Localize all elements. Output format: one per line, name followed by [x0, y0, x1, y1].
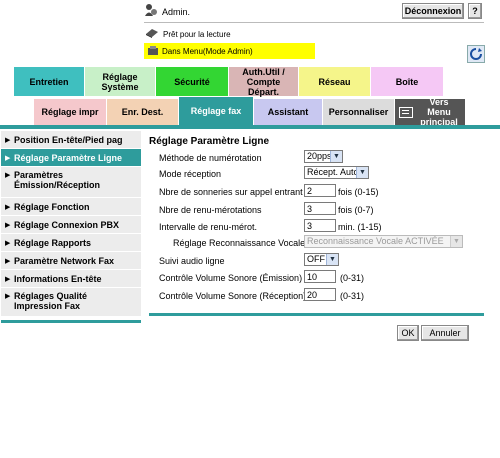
tab-reglage-impr[interactable]: Réglage impr	[34, 99, 106, 125]
arrow-right-icon: ▶	[5, 257, 11, 265]
reception-mode-select[interactable]: Récept. Auto ▼	[304, 166, 369, 179]
arrow-right-icon: ▶	[5, 154, 11, 162]
tab-entretien[interactable]: Entretien	[14, 67, 84, 96]
sidebar-item-reglage-rapports[interactable]: ▶ Réglage Rapports	[1, 234, 141, 252]
arrow-right-icon: ▶	[5, 239, 11, 247]
arrow-right-icon: ▶	[5, 203, 11, 211]
divider-line	[144, 22, 484, 23]
volume-reception-input[interactable]: 20	[304, 288, 336, 301]
line-monitor-select[interactable]: OFF ▼	[304, 253, 339, 266]
tab-personnaliser[interactable]: Personnaliser	[323, 99, 394, 125]
label-mode-reception: Mode réception	[159, 169, 222, 179]
page-title: Réglage Paramètre Ligne	[149, 136, 270, 147]
logout-button[interactable]: Déconnexion	[402, 3, 464, 19]
arrow-right-icon: ▶	[5, 136, 11, 144]
label-reconnaissance-vocale: Réglage Reconnaissance Vocale	[173, 238, 306, 248]
volume-emission-input[interactable]: 10	[304, 270, 336, 283]
printer-icon	[145, 27, 159, 39]
sidebar-item-parametre-network-fax[interactable]: ▶ Paramètre Network Fax	[1, 252, 141, 270]
chevron-down-icon: ▼	[356, 167, 368, 178]
volume-reception-unit: (0-31)	[340, 291, 365, 301]
chevron-down-icon: ▼	[326, 254, 338, 265]
ok-button[interactable]: OK	[397, 325, 419, 341]
tab-boite[interactable]: Boîte	[371, 67, 443, 96]
tab-reglage-systeme[interactable]: Réglage Système	[85, 67, 155, 96]
chevron-down-icon: ▼	[330, 151, 342, 162]
tab-reseau[interactable]: Réseau	[299, 67, 370, 96]
sidebar-item-informations-entete[interactable]: ▶ Informations En-tête	[1, 270, 141, 288]
dial-method-select[interactable]: 20pps ▼	[304, 150, 343, 163]
tab-enr-dest[interactable]: Enr. Dest.	[107, 99, 178, 125]
redial-count-unit: fois (0-7)	[338, 205, 374, 215]
label-volume-emission: Contrôle Volume Sonore (Émission)	[159, 273, 303, 283]
sidebar-item-parametres-emission[interactable]: ▶ Paramètres Émission/Réception	[1, 167, 141, 198]
tab-reglage-fax[interactable]: Réglage fax	[179, 97, 253, 125]
label-methode-numerotation: Méthode de numérotation	[159, 153, 262, 163]
help-button[interactable]: ?	[468, 3, 482, 19]
user-name: Admin.	[162, 7, 191, 17]
tab-securite[interactable]: Sécurité	[156, 67, 228, 96]
tab-assistant[interactable]: Assistant	[254, 99, 322, 125]
status-ready: Prêt pour la lecture	[163, 30, 231, 39]
refresh-icon[interactable]	[467, 45, 485, 63]
ring-count-input[interactable]: 2	[304, 184, 336, 197]
ring-count-unit: fois (0-15)	[338, 187, 379, 197]
label-suivi-audio: Suivi audio ligne	[159, 256, 225, 266]
admin-icon	[144, 3, 158, 17]
content-top-bar	[0, 125, 500, 129]
label-volume-reception: Contrôle Volume Sonore (Réception)	[159, 291, 307, 301]
tab-vers-menu-principal[interactable]: Vers Menu principal	[395, 97, 465, 127]
arrow-right-icon: ▶	[5, 221, 11, 229]
arrow-right-icon: ▶	[5, 275, 11, 283]
mode-icon	[147, 45, 159, 57]
label-intervalle-renumerot: Intervalle de renu-mérot.	[159, 222, 258, 232]
arrow-right-icon: ▶	[5, 172, 11, 179]
chevron-down-icon: ▼	[450, 236, 462, 247]
vers-menu-label: Vers Menu principal	[420, 97, 458, 127]
redial-interval-unit: min. (1-15)	[338, 222, 382, 232]
cancel-button[interactable]: Annuler	[421, 325, 469, 341]
sidebar-item-reglage-parametre-ligne[interactable]: ▶ Réglage Paramètre Ligne	[1, 149, 141, 167]
form-bottom-bar	[149, 313, 484, 316]
sidebar-item-position-entete[interactable]: ▶ Position En-tête/Pied pag	[1, 131, 141, 149]
menu-icon	[399, 106, 413, 118]
sidebar-item-reglage-connexion-pbx[interactable]: ▶ Réglage Connexion PBX	[1, 216, 141, 234]
sidebar-item-reglages-qualite[interactable]: ▶ Réglages Qualité Impression Fax	[1, 288, 141, 317]
sidebar-bottom-bar	[1, 320, 141, 323]
mode-label: Dans Menu(Mode Admin)	[162, 47, 253, 56]
redial-count-input[interactable]: 3	[304, 202, 336, 215]
sidebar-item-reglage-fonction[interactable]: ▶ Réglage Fonction	[1, 198, 141, 216]
volume-emission-unit: (0-31)	[340, 273, 365, 283]
voice-recognition-select[interactable]: Reconnaissance Vocale ACTIVÉE ▼	[304, 235, 463, 248]
label-nbre-sonneries: Nbre de sonneries sur appel entrant	[159, 187, 303, 197]
arrow-right-icon: ▶	[5, 293, 11, 300]
redial-interval-input[interactable]: 3	[304, 219, 336, 232]
label-nbre-renumerotations: Nbre de renu-mérotations	[159, 205, 262, 215]
tab-auth-util[interactable]: Auth.Util / Compte Départ.	[229, 67, 298, 97]
